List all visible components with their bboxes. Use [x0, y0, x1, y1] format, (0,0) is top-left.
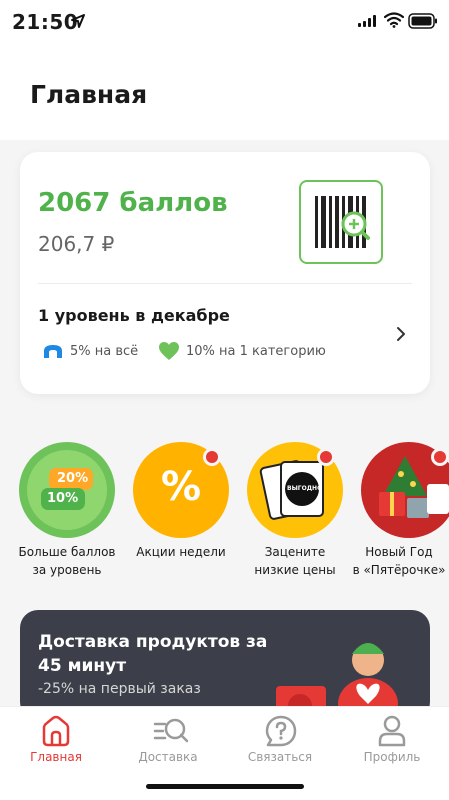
loyalty-card[interactable]: 2067 баллов 206,7 ₽ 1 уровень в декабре … [20, 152, 430, 394]
story-label-line: Новый Год [365, 545, 433, 559]
barcode-scan-icon [315, 196, 370, 248]
story-label-line: Зацените [264, 545, 326, 559]
nav-label: Главная [30, 750, 82, 764]
status-time: 21:50 [12, 10, 79, 34]
percent-symbol: % [160, 464, 202, 510]
arch-icon [44, 345, 62, 358]
battery-icon [408, 13, 437, 29]
story-label-line: в «Пятёрочке» [352, 563, 446, 577]
nav-label: Профиль [363, 750, 421, 764]
benefit-all-purchases: 5% на всё [70, 344, 139, 359]
card-divider [38, 283, 412, 284]
status-bar: 21:50 [0, 0, 449, 44]
wifi-icon [384, 12, 404, 28]
profile-icon [378, 715, 406, 747]
story-badge-top: 20% [57, 471, 89, 486]
story-label-line: Больше баллов [18, 545, 116, 559]
banner-title: Доставка продуктов за 45 минут [38, 632, 268, 676]
nav-label: Связаться [247, 750, 313, 764]
chevron-right-icon[interactable] [396, 326, 406, 342]
nav-contact[interactable]: Связаться [225, 707, 335, 777]
story-label-low-prices: Зацените низкие цены [235, 543, 355, 579]
page-title: Главная [30, 80, 148, 109]
heart-icon [159, 342, 179, 360]
header: Главная [0, 44, 449, 140]
points-badges-icon [27, 450, 107, 530]
barcode-button[interactable] [299, 180, 383, 264]
story-unread-dot [317, 448, 335, 466]
home-icon [42, 715, 70, 747]
level-title: 1 уровень в декабре [38, 306, 230, 325]
delivery-banner[interactable]: Доставка продуктов за 45 минут -25% на п… [20, 610, 430, 720]
rubles-equivalent: 206,7 ₽ [38, 232, 115, 256]
story-unread-dot [431, 448, 449, 466]
story-label-line: низкие цены [254, 563, 336, 577]
story-label-weekly-deals: Акции недели [121, 543, 241, 561]
story-badge-bottom: 10% [47, 491, 79, 506]
points-balance: 2067 баллов [38, 188, 228, 218]
story-label-more-points: Больше баллов за уровень [7, 543, 127, 579]
nav-home[interactable]: Главная [1, 707, 111, 777]
location-arrow-icon [71, 14, 85, 28]
delivery-search-icon [153, 718, 189, 743]
home-indicator [146, 784, 304, 789]
help-chat-icon [265, 715, 297, 747]
price-card-text: ВЫГОДНО [287, 485, 323, 492]
story-label-line: Акции недели [136, 545, 226, 559]
nav-profile[interactable]: Профиль [337, 707, 447, 777]
banner-subtitle: -25% на первый заказ [38, 681, 201, 697]
cellular-signal-icon [358, 15, 376, 27]
nav-delivery[interactable]: Доставка [113, 707, 223, 777]
nav-label: Доставка [138, 750, 198, 764]
benefit-category: 10% на 1 категорию [186, 344, 326, 359]
story-more-points[interactable]: 20% 10% [19, 442, 115, 538]
story-unread-dot [203, 448, 221, 466]
story-label-new-year: Новый Год в «Пятёрочке» [349, 543, 449, 579]
story-label-line: за уровень [32, 563, 102, 577]
